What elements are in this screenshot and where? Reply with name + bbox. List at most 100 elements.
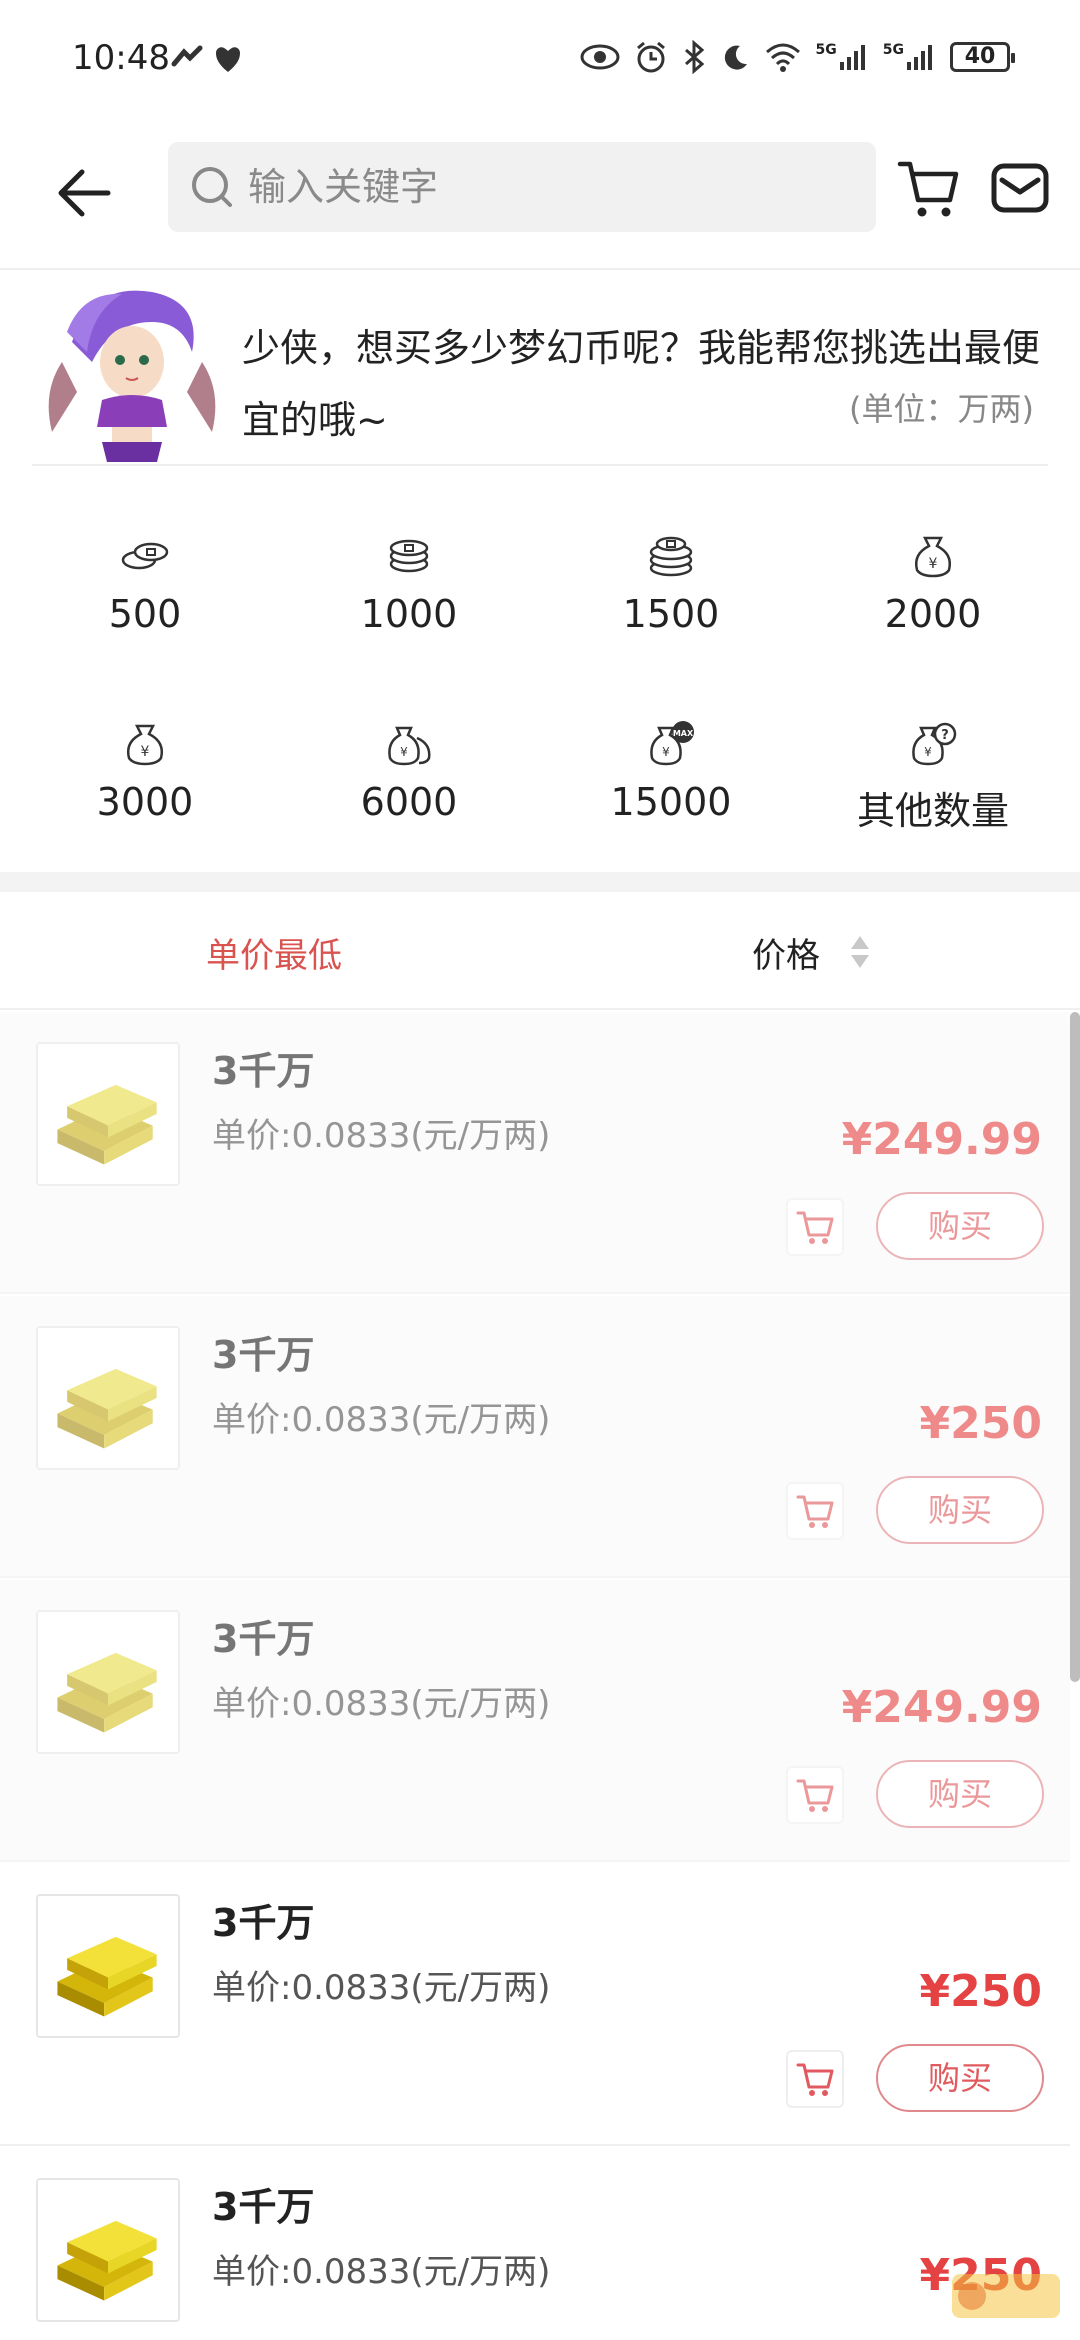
listing-row[interactable]: 3千万 单价:0.0833(元/万两) ¥250 bbox=[0, 2148, 1070, 2340]
svg-text:¥: ¥ bbox=[662, 745, 670, 759]
amount-option-2000[interactable]: ¥ 2000 bbox=[798, 530, 1068, 636]
amount-label: 其他数量 bbox=[856, 789, 1009, 833]
gold-bars-thumbnail bbox=[36, 1326, 180, 1470]
listing-row[interactable]: 3千万 单价:0.0833(元/万两) ¥249.99 购买 bbox=[0, 1012, 1070, 1294]
money-bag-question-icon: ?¥ bbox=[912, 722, 957, 766]
listing-row[interactable]: 3千万 单价:0.0833(元/万两) ¥249.99 购买 bbox=[0, 1580, 1070, 1862]
coins-small-icon bbox=[121, 542, 169, 570]
amount-option-15000[interactable]: MAX ¥ 15000 bbox=[536, 718, 806, 824]
wifi-icon bbox=[765, 43, 800, 72]
status-bar: 10:48 5G 5G 40 bbox=[0, 0, 1080, 120]
svg-text:¥: ¥ bbox=[924, 745, 932, 759]
svg-text:¥: ¥ bbox=[929, 556, 938, 572]
svg-text:¥: ¥ bbox=[141, 744, 150, 760]
signal-icon bbox=[839, 45, 865, 70]
listing-row[interactable]: 3千万 单价:0.0833(元/万两) ¥250 购买 bbox=[0, 1864, 1070, 2146]
listing-price: ¥250 bbox=[919, 1398, 1042, 1449]
listing-title: 3千万 bbox=[212, 2185, 315, 2229]
cart-icon bbox=[796, 2063, 834, 2096]
message-icon[interactable] bbox=[990, 158, 1050, 218]
search-icon bbox=[192, 167, 232, 207]
status-right-icons: 5G 5G 40 bbox=[580, 40, 1015, 74]
status-left-icons bbox=[170, 44, 242, 74]
heart-shield-icon bbox=[216, 47, 240, 72]
cart-icon bbox=[796, 1779, 834, 1812]
gold-bars-thumbnail bbox=[36, 1610, 180, 1754]
status-time: 10:48 bbox=[72, 38, 170, 78]
listing-unit-price: 单价:0.0833(元/万两) bbox=[212, 1400, 551, 1440]
amount-option-500[interactable]: 500 bbox=[10, 530, 280, 636]
signal-2-label: 5G bbox=[882, 42, 904, 58]
listing-title: 3千万 bbox=[212, 1333, 315, 1377]
money-bags-icon: ¥ bbox=[388, 726, 431, 766]
amount-label: 1500 bbox=[622, 592, 720, 636]
add-to-cart-button[interactable] bbox=[786, 1766, 844, 1824]
signal-icon bbox=[907, 45, 932, 70]
amount-option-other[interactable]: ? ¥ 其他数量 bbox=[798, 718, 1068, 835]
sort-arrows-icon[interactable] bbox=[848, 932, 872, 972]
search-input[interactable] bbox=[248, 165, 808, 209]
cart-icon bbox=[796, 1495, 834, 1528]
amount-grid: 500 1000 1500 ¥ 2000 ¥ 3000 ¥ 6000 MAX ¥ … bbox=[0, 470, 1080, 870]
listing-list: 3千万 单价:0.0833(元/万两) ¥249.99 购买 3千万 单价:0.… bbox=[0, 1012, 1080, 2340]
character-avatar bbox=[48, 290, 216, 462]
sort-lowest-unit-price[interactable]: 单价最低 bbox=[206, 928, 342, 977]
buy-button[interactable]: 购买 bbox=[876, 1760, 1044, 1828]
amount-option-1500[interactable]: 1500 bbox=[536, 530, 806, 636]
scrollbar[interactable] bbox=[1070, 1012, 1080, 1682]
alarm-icon bbox=[636, 41, 665, 73]
moon-icon bbox=[724, 45, 747, 70]
search-box[interactable] bbox=[168, 142, 876, 232]
listing-unit-price: 单价:0.0833(元/万两) bbox=[212, 2252, 551, 2292]
amount-option-3000[interactable]: ¥ 3000 bbox=[10, 718, 280, 824]
listing-price: ¥250 bbox=[919, 1966, 1042, 2017]
gold-bars-thumbnail bbox=[36, 1042, 180, 1186]
svg-text:MAX: MAX bbox=[673, 729, 694, 738]
amount-option-1000[interactable]: 1000 bbox=[274, 530, 544, 636]
listing-unit-price: 单价:0.0833(元/万两) bbox=[212, 1116, 551, 1156]
add-to-cart-button[interactable] bbox=[786, 2050, 844, 2108]
amount-label: 3000 bbox=[96, 780, 194, 824]
sort-bar: 单价最低 价格 bbox=[0, 892, 1080, 1010]
top-nav bbox=[0, 120, 1080, 270]
listing-title: 3千万 bbox=[212, 1049, 315, 1093]
listing-unit-price: 单价:0.0833(元/万两) bbox=[212, 1684, 551, 1724]
listing-unit-price: 单价:0.0833(元/万两) bbox=[212, 1968, 551, 2008]
cart-icon bbox=[796, 1211, 834, 1244]
add-to-cart-button[interactable] bbox=[786, 1482, 844, 1540]
buy-button[interactable]: 购买 bbox=[876, 1476, 1044, 1544]
money-bag-icon: ¥ bbox=[915, 536, 951, 578]
amount-label: 1000 bbox=[360, 592, 458, 636]
listing-row[interactable]: 3千万 单价:0.0833(元/万两) ¥250 购买 bbox=[0, 1296, 1070, 1578]
coins-stack-icon bbox=[389, 539, 429, 573]
signal-2: 5G bbox=[883, 42, 936, 72]
money-bag-icon: ¥ bbox=[127, 724, 163, 766]
gold-bars-thumbnail bbox=[36, 1894, 180, 2038]
signal-1: 5G bbox=[816, 42, 869, 72]
shopping-cart-icon[interactable] bbox=[896, 156, 962, 222]
amount-label: 2000 bbox=[884, 592, 982, 636]
money-bag-max-icon: MAX¥ bbox=[650, 721, 694, 766]
unit-note: (单位：万两) bbox=[849, 390, 1034, 428]
battery-indicator: 40 bbox=[950, 42, 1015, 72]
svg-text:¥: ¥ bbox=[400, 745, 408, 759]
section-divider bbox=[0, 872, 1080, 892]
listing-price: ¥249.99 bbox=[841, 1114, 1042, 1165]
listing-title: 3千万 bbox=[212, 1617, 315, 1661]
back-arrow-icon[interactable] bbox=[52, 158, 122, 228]
sort-price[interactable]: 价格 bbox=[752, 928, 820, 977]
amount-label: 15000 bbox=[610, 780, 732, 824]
add-to-cart-button[interactable] bbox=[786, 1198, 844, 1256]
amount-option-6000[interactable]: ¥ 6000 bbox=[274, 718, 544, 824]
link-icon bbox=[171, 45, 203, 67]
buy-button[interactable]: 购买 bbox=[876, 1192, 1044, 1260]
bluetooth-icon bbox=[684, 40, 704, 74]
gold-bars-thumbnail bbox=[36, 2178, 180, 2322]
intro-banner: 少侠，想买多少梦幻币呢？我能帮您挑选出最便宜的哦~ (单位：万两) bbox=[32, 276, 1048, 466]
listing-title: 3千万 bbox=[212, 1901, 315, 1945]
listing-price: ¥249.99 bbox=[841, 1682, 1042, 1733]
amount-label: 500 bbox=[108, 592, 182, 636]
eye-icon bbox=[580, 44, 620, 70]
svg-text:?: ? bbox=[941, 728, 949, 743]
buy-button[interactable]: 购买 bbox=[876, 2044, 1044, 2112]
